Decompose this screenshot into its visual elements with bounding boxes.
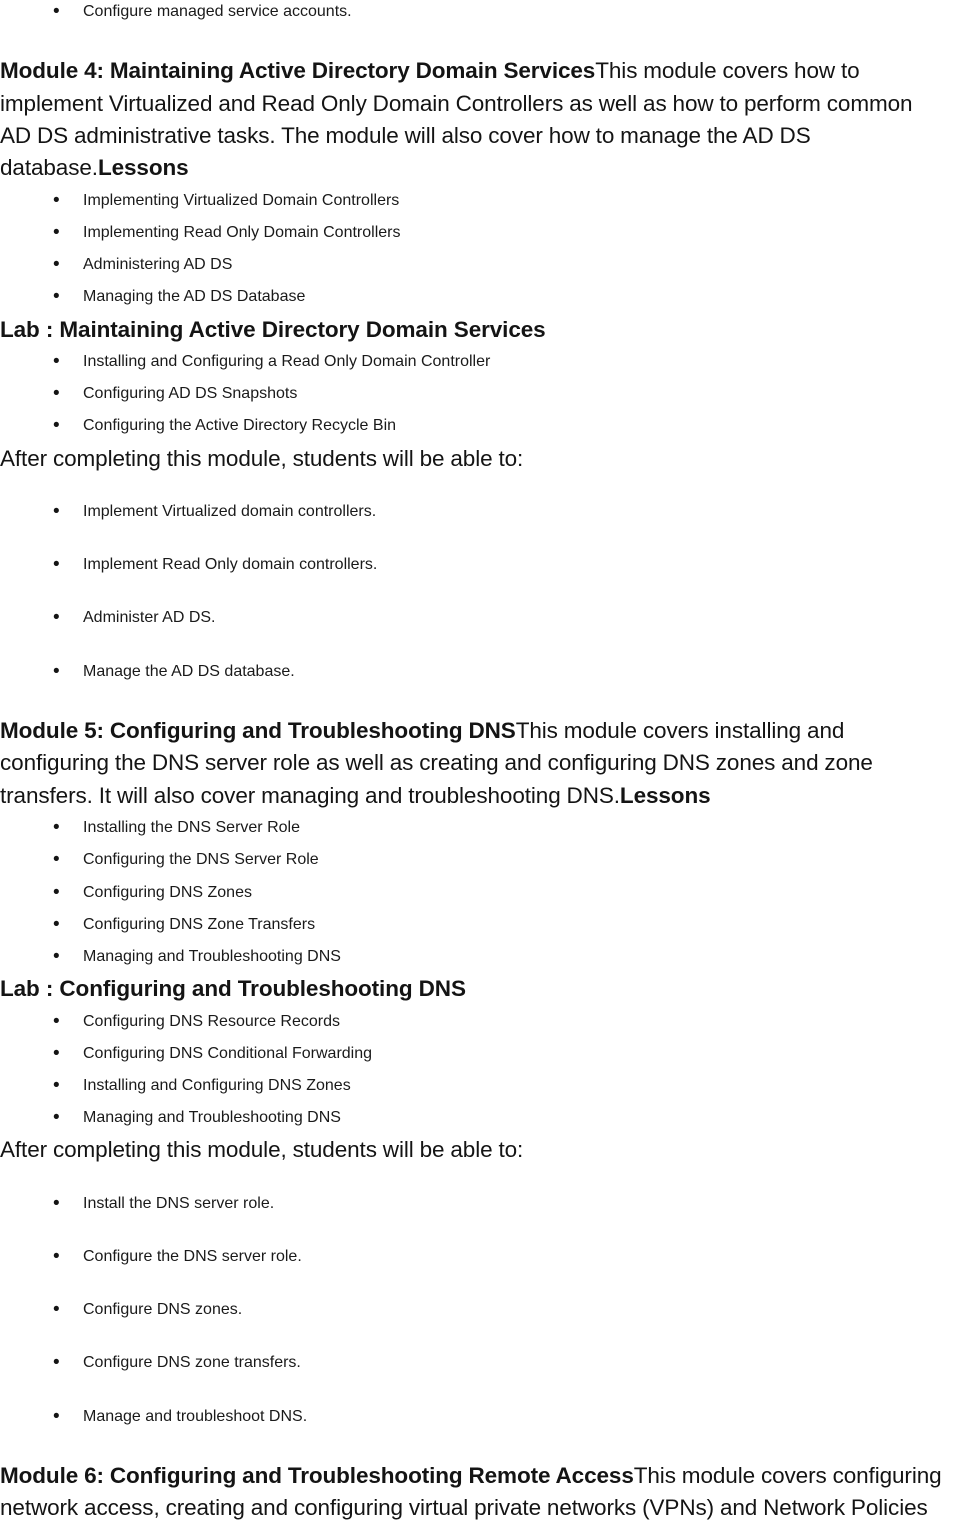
list-item: Implementing Virtualized Domain Controll… [0,185,960,217]
list-item: Installing the DNS Server Role [0,812,960,844]
module4-lab-heading: Lab : Maintaining Active Directory Domai… [0,316,546,342]
list-item-label: Configuring DNS Zone Transfers [83,915,316,933]
list-item-label: Configure DNS zones. [83,1301,243,1319]
list-item-label: Configuring the DNS Server Role [83,851,319,869]
module5-lab-list: Configuring DNS Resource Records Configu… [0,1006,960,1135]
list-item: Configuring the DNS Server Role [0,844,960,876]
list-item-label: Manage and troubleshoot DNS. [83,1407,308,1425]
list-item-label: Configuring DNS Conditional Forwarding [83,1044,373,1062]
module5-objectives-list: Install the DNS server role. Configure t… [0,1188,960,1433]
document-body: Configure managed service accounts. Modu… [0,0,960,1527]
list-item: Configure managed service accounts. [0,0,960,28]
list-item-label: Configuring DNS Zones [83,883,252,901]
module4-lab-list: Installing and Configuring a Read Only D… [0,346,960,443]
previous-module-objectives-list: Configure managed service accounts. [0,0,960,28]
list-item-label: Managing and Troubleshooting DNS [83,1109,341,1127]
list-item-label: Installing and Configuring a Read Only D… [83,353,491,371]
module5-lessons-list: Installing the DNS Server Role Configuri… [0,812,960,973]
list-item: Configuring the Active Directory Recycle… [0,410,960,442]
list-item-label: Implementing Read Only Domain Controller… [83,224,401,242]
list-item: Install the DNS server role. [0,1188,960,1220]
list-item-label: Managing the AD DS Database [83,288,306,306]
list-item: Configure the DNS server role. [0,1241,960,1273]
list-item: Configure DNS zone transfers. [0,1347,960,1379]
list-item: Managing and Troubleshooting DNS [0,1102,960,1134]
module4-intro-paragraph: Module 4: Maintaining Active Directory D… [0,55,960,185]
list-item-label: Implementing Virtualized Domain Controll… [83,191,400,209]
list-item: Implement Read Only domain controllers. [0,549,960,581]
list-item: Administer AD DS. [0,602,960,634]
list-item-label: Configure managed service accounts. [83,3,352,20]
list-item-label: Install the DNS server role. [83,1194,275,1212]
list-item: Manage the AD DS database. [0,656,960,688]
list-item: Configure DNS zones. [0,1294,960,1326]
list-item-label: Configuring AD DS Snapshots [83,385,298,403]
list-item-label: Manage the AD DS database. [83,662,295,680]
list-item: Implementing Read Only Domain Controller… [0,217,960,249]
list-item-label: Configure the DNS server role. [83,1247,302,1265]
list-item: Managing the AD DS Database [0,281,960,313]
module5-heading: Module 5: Configuring and Troubleshootin… [0,717,516,743]
list-item: Managing and Troubleshooting DNS [0,941,960,973]
list-item: Configuring DNS Zone Transfers [0,909,960,941]
module4-heading: Module 4: Maintaining Active Directory D… [0,58,596,84]
module4-lessons-list: Implementing Virtualized Domain Controll… [0,185,960,314]
module5-intro-paragraph: Module 5: Configuring and Troubleshootin… [0,715,960,812]
list-item: Configuring DNS Resource Records [0,1006,960,1038]
module5-lab-heading: Lab : Configuring and Troubleshooting DN… [0,976,466,1002]
list-item-label: Configuring the Active Directory Recycle… [83,417,397,435]
list-item: Installing and Configuring a Read Only D… [0,346,960,378]
module6-heading: Module 6: Configuring and Troubleshootin… [0,1462,634,1488]
list-item: Configuring AD DS Snapshots [0,378,960,410]
module4-lessons-label: Lessons [97,155,189,181]
list-item-label: Configuring DNS Resource Records [83,1012,340,1030]
list-item-label: Administering AD DS [83,256,233,274]
module5-objectives-intro: After completing this module, students w… [0,1137,524,1163]
list-item-label: Administer AD DS. [83,609,216,627]
list-item: Configuring DNS Zones [0,877,960,909]
list-item-label: Configure DNS zone transfers. [83,1354,301,1372]
list-item: Administering AD DS [0,249,960,281]
module6-intro-paragraph: Module 6: Configuring and Troubleshootin… [0,1460,960,1527]
document-page: Configure managed service accounts. Modu… [0,0,960,1527]
list-item: Installing and Configuring DNS Zones [0,1070,960,1102]
module5-lessons-label: Lessons [619,782,711,808]
list-item-label: Installing the DNS Server Role [83,819,300,837]
list-item: Configuring DNS Conditional Forwarding [0,1038,960,1070]
list-item: Implement Virtualized domain controllers… [0,496,960,528]
list-item-label: Managing and Troubleshooting DNS [83,947,341,965]
list-item: Manage and troubleshoot DNS. [0,1401,960,1433]
list-item-label: Implement Read Only domain controllers. [83,556,378,574]
list-item-label: Installing and Configuring DNS Zones [83,1076,351,1094]
list-item-label: Implement Virtualized domain controllers… [83,503,377,521]
module4-objectives-intro: After completing this module, students w… [0,445,524,471]
module4-objectives-list: Implement Virtualized domain controllers… [0,496,960,688]
